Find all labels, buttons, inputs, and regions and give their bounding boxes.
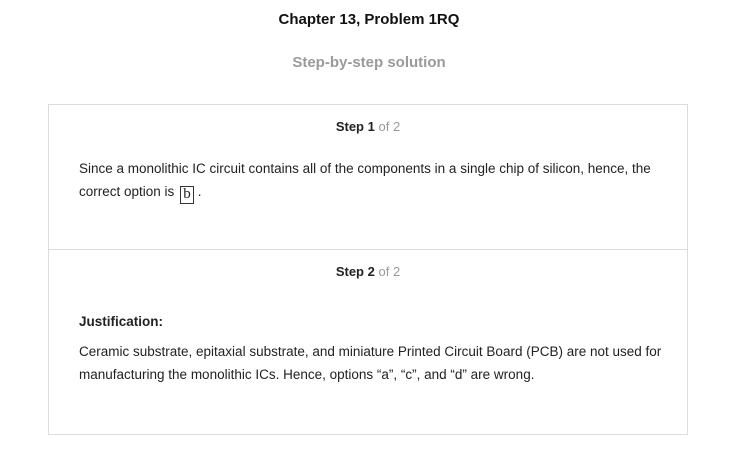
step-2-number: 2: [367, 264, 375, 279]
solution-subtitle: Step-by-step solution: [292, 54, 446, 71]
step-1-text: Since a monolithic IC circuit contains a…: [79, 157, 669, 204]
page-title: Chapter 13, Problem 1RQ: [278, 11, 460, 28]
step-1-word: Step: [335, 119, 364, 134]
step-1-number: 1: [367, 119, 375, 134]
solution-card: Step 1 of 2 Since a monolithic IC circui…: [48, 104, 688, 435]
step-2-text: Ceramic substrate, epitaxial substrate, …: [79, 344, 662, 382]
step-1-period: .: [197, 184, 202, 199]
justification-label: Justification:: [79, 314, 164, 329]
step-2-of-total: of 2: [378, 264, 401, 279]
answer-box: b: [180, 186, 194, 204]
step-1-explanation: Since a monolithic IC circuit contains a…: [79, 161, 651, 199]
step-1-header: Step 1 of 2: [49, 119, 687, 134]
step-2-word: Step: [335, 264, 364, 279]
step-2-header: Step 2 of 2: [49, 264, 687, 279]
step-2-section: Step 2 of 2 Justification: Ceramic subst…: [49, 250, 687, 435]
step-1-of-total: of 2: [378, 119, 401, 134]
step-1-section: Step 1 of 2 Since a monolithic IC circui…: [49, 105, 687, 250]
